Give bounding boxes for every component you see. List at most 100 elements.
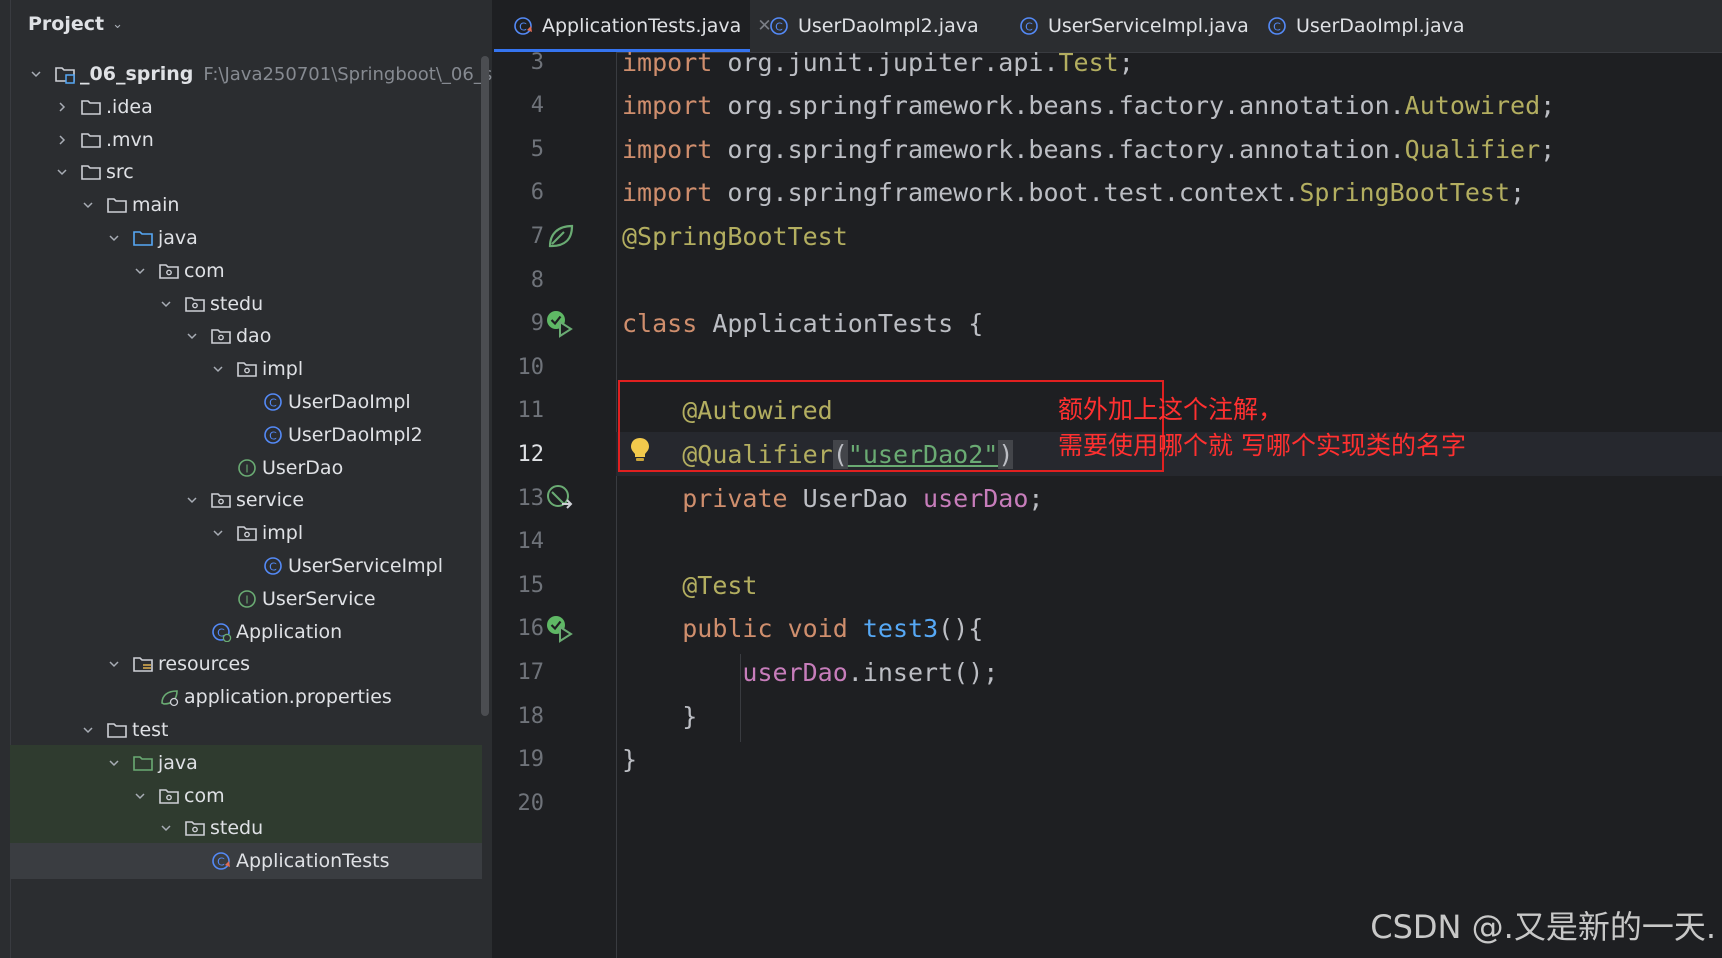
run-test-passed-icon[interactable] bbox=[544, 308, 576, 340]
code-line[interactable] bbox=[616, 520, 1722, 564]
lightbulb-icon[interactable] bbox=[628, 436, 652, 464]
code-line[interactable] bbox=[616, 781, 1722, 825]
line-number[interactable]: 7 bbox=[494, 214, 544, 258]
chevron-down-icon[interactable] bbox=[184, 492, 200, 508]
tree-item-java[interactable]: java bbox=[10, 744, 482, 781]
line-number[interactable]: 11 bbox=[494, 389, 545, 433]
tree-item-impl[interactable]: impl bbox=[10, 515, 482, 551]
chevron-down-icon[interactable] bbox=[28, 66, 44, 82]
tree-item-stedu[interactable]: stedu bbox=[10, 810, 482, 847]
tree-item-impl[interactable]: impl bbox=[10, 351, 482, 387]
tree-item-label: .mvn bbox=[106, 128, 154, 151]
folder-icon bbox=[80, 97, 102, 117]
chevron-right-icon[interactable] bbox=[54, 99, 70, 115]
tree-item-application[interactable]: C Application bbox=[10, 614, 482, 650]
code-line[interactable]: import org.junit.jupiter.api. Test; bbox=[616, 52, 1722, 84]
chevron-down-icon[interactable] bbox=[210, 525, 226, 541]
chevron-right-icon[interactable] bbox=[54, 132, 70, 148]
tree-item-resources[interactable]: resources bbox=[10, 646, 482, 682]
code-token-plain: ; bbox=[1540, 91, 1556, 121]
line-number[interactable]: 18 bbox=[494, 694, 545, 738]
line-number[interactable]: 14 bbox=[494, 520, 545, 564]
code-line[interactable]: } bbox=[616, 694, 1722, 738]
tab-userserviceimpl-java[interactable]: C UserServiceImpl.java bbox=[1000, 0, 1249, 52]
tree-item-application-properties[interactable]: application.properties bbox=[10, 679, 482, 715]
code-token-kw: void bbox=[787, 614, 848, 644]
tree-item-userdaoimpl[interactable]: C UserDaoImpl bbox=[10, 384, 482, 420]
spring-bean-navigate-icon[interactable] bbox=[544, 482, 576, 514]
line-number[interactable]: 5 bbox=[494, 127, 544, 171]
chevron-down-icon[interactable] bbox=[80, 722, 96, 738]
tree-item-userserviceimpl[interactable]: C UserServiceImpl bbox=[10, 548, 482, 584]
code-line[interactable]: public void test3(){ bbox=[616, 607, 1722, 651]
chevron-down-icon[interactable] bbox=[132, 263, 148, 279]
tree-item-label: java bbox=[158, 227, 198, 249]
line-number[interactable]: 12 bbox=[494, 432, 545, 476]
chevron-down-icon[interactable] bbox=[106, 656, 122, 672]
line-number[interactable]: 10 bbox=[494, 345, 545, 389]
tree-item--idea[interactable]: .idea bbox=[10, 89, 482, 125]
tree-item-java[interactable]: java bbox=[10, 220, 482, 256]
tree-item-applicationtests[interactable]: C ApplicationTests bbox=[10, 843, 482, 880]
tree-item-stedu[interactable]: stedu bbox=[10, 286, 482, 322]
tab-label: UserServiceImpl.java bbox=[1048, 15, 1249, 37]
tree-item--06-spring[interactable]: _06_spring F:\Java250701\Springboot\_06_s… bbox=[10, 56, 492, 92]
tree-item-com[interactable]: com bbox=[10, 777, 482, 814]
tree-item-main[interactable]: main bbox=[10, 187, 482, 223]
line-number[interactable]: 13 bbox=[494, 476, 545, 520]
code-area[interactable]: import org.junit.jupiter.api. Test; import… bbox=[616, 52, 1722, 958]
tree-item-com[interactable]: com bbox=[10, 253, 482, 289]
line-number[interactable]: 4 bbox=[494, 84, 544, 128]
tree-item--mvn[interactable]: .mvn bbox=[10, 122, 482, 158]
spring-leaf-icon[interactable] bbox=[544, 220, 576, 252]
project-view-selector[interactable]: Project ⌄ bbox=[28, 10, 123, 38]
tree-item-test[interactable]: test bbox=[10, 712, 482, 748]
line-number[interactable]: 19 bbox=[494, 738, 545, 782]
code-token-kw: class bbox=[622, 309, 698, 339]
code-line[interactable]: import org.springframework.boot.test.con… bbox=[616, 171, 1722, 215]
code-line[interactable] bbox=[616, 258, 1722, 302]
chevron-down-icon[interactable] bbox=[106, 755, 122, 771]
code-line[interactable]: import org.springframework.beans.factory… bbox=[616, 127, 1722, 171]
project-tree-scrollbar[interactable] bbox=[481, 56, 489, 716]
code-line[interactable]: @SpringBootTest bbox=[616, 214, 1722, 258]
line-number[interactable]: 3 bbox=[494, 40, 544, 84]
annotation-text-line2: 需要使用哪个就 写哪个实现类的名字 bbox=[1058, 431, 1466, 460]
class-icon: C bbox=[262, 425, 284, 445]
package-icon bbox=[184, 294, 206, 314]
chevron-down-icon[interactable] bbox=[210, 361, 226, 377]
run-test-passed-icon[interactable] bbox=[544, 613, 576, 645]
tree-item-service[interactable]: service bbox=[10, 482, 482, 518]
chevron-down-icon[interactable] bbox=[54, 164, 70, 180]
code-line[interactable]: } bbox=[616, 738, 1722, 782]
tree-item-userdaoimpl2[interactable]: C UserDaoImpl2 bbox=[10, 417, 482, 453]
tab-userdaoimpl-java[interactable]: C UserDaoImpl.java bbox=[1248, 0, 1488, 52]
line-number[interactable]: 15 bbox=[494, 563, 545, 607]
tree-item-dao[interactable]: dao bbox=[10, 318, 482, 354]
folder-icon bbox=[80, 130, 102, 150]
line-number[interactable]: 17 bbox=[494, 650, 545, 694]
tree-item-src[interactable]: src bbox=[10, 154, 482, 190]
line-number[interactable]: 6 bbox=[494, 171, 544, 215]
chevron-down-icon[interactable] bbox=[80, 197, 96, 213]
line-number[interactable]: 9 bbox=[494, 302, 544, 346]
code-line[interactable]: userDao .insert(); bbox=[616, 650, 1722, 694]
svg-text:C: C bbox=[269, 561, 277, 574]
tab-userdaoimpl2-java[interactable]: C UserDaoImpl2.java bbox=[750, 0, 1000, 52]
line-number[interactable]: 20 bbox=[494, 781, 545, 825]
line-number[interactable]: 16 bbox=[494, 607, 545, 651]
chevron-down-icon[interactable] bbox=[132, 788, 148, 804]
chevron-down-icon[interactable] bbox=[106, 230, 122, 246]
code-line[interactable]: private UserDao userDao; bbox=[616, 476, 1722, 520]
svg-text:C: C bbox=[1025, 21, 1033, 34]
line-number[interactable]: 8 bbox=[494, 258, 544, 302]
chevron-down-icon[interactable] bbox=[158, 820, 174, 836]
code-line[interactable]: import org.springframework.beans.factory… bbox=[616, 84, 1722, 128]
code-line[interactable]: class ApplicationTests { bbox=[616, 302, 1722, 346]
chevron-down-icon[interactable] bbox=[158, 296, 174, 312]
chevron-down-icon[interactable] bbox=[184, 328, 200, 344]
code-line[interactable]: @Test bbox=[616, 563, 1722, 607]
tree-item-userservice[interactable]: I UserService bbox=[10, 581, 482, 617]
tree-item-userdao[interactable]: I UserDao bbox=[10, 450, 482, 486]
